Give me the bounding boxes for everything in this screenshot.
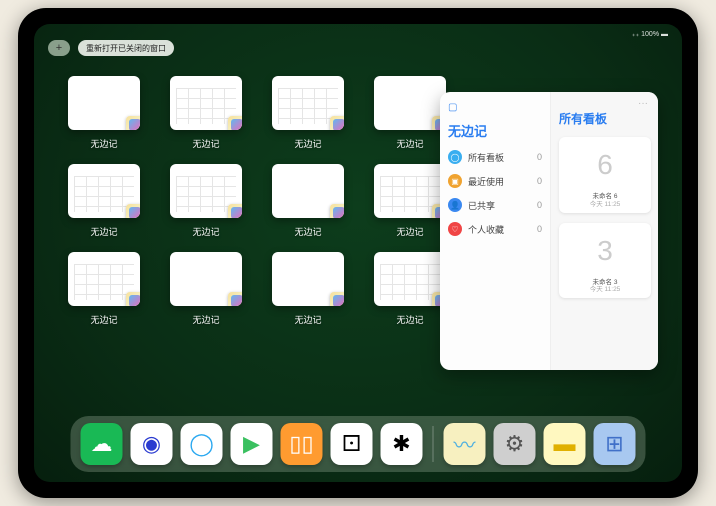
freeform-app-icon — [228, 292, 242, 306]
thumb-preview — [170, 164, 242, 218]
panel-right-title: 所有看板 — [559, 110, 650, 127]
notes-icon[interactable]: ▬ — [544, 423, 586, 465]
thumb-label: 无边记 — [396, 225, 423, 238]
freeform-app-icon — [126, 116, 140, 130]
wechat-icon[interactable]: ☁ — [81, 423, 123, 465]
thumb-preview — [374, 164, 446, 218]
thumb-preview — [272, 164, 344, 218]
board-meta: 未命名 3今天 11:25 — [590, 279, 621, 295]
dice-icon[interactable]: ⚀ — [331, 423, 373, 465]
item-count: 0 — [537, 152, 542, 162]
board-preview: 6 — [559, 137, 651, 193]
thumb-label: 无边记 — [192, 313, 219, 326]
reopen-closed-window-button[interactable]: 重新打开已关闭的窗口 — [78, 40, 174, 56]
window-thumb[interactable]: 无边记 — [68, 252, 140, 326]
dock: ☁◉◯▶▯▯⚀✱ 〰⚙▬⊞ — [71, 416, 646, 472]
freeform-app-icon — [330, 292, 344, 306]
thumb-label: 无边记 — [396, 137, 423, 150]
window-thumb[interactable]: 无边记 — [170, 164, 242, 238]
window-thumb[interactable]: 无边记 — [272, 252, 344, 326]
panel-sidebar-title: 无边记 — [448, 121, 542, 140]
window-thumb[interactable]: 无边记 — [374, 252, 446, 326]
screen: ₊₊ 100% ▬ + 重新打开已关闭的窗口 无边记无边记无边记无边记无边记无边… — [34, 24, 682, 482]
thumb-preview — [170, 76, 242, 130]
item-count: 0 — [537, 176, 542, 186]
thumb-preview — [68, 164, 140, 218]
graph-icon[interactable]: ✱ — [381, 423, 423, 465]
thumb-label: 无边记 — [90, 137, 117, 150]
window-thumb[interactable]: 无边记 — [374, 76, 446, 150]
sidebar-item[interactable]: 👤 已共享 0 — [448, 198, 542, 212]
board-meta: 未命名 6今天 11:25 — [590, 193, 621, 209]
item-count: 0 — [537, 200, 542, 210]
more-icon[interactable]: ··· — [638, 98, 648, 109]
thumb-label: 无边记 — [90, 313, 117, 326]
category-icon: ♡ — [448, 222, 462, 236]
category-icon: ▣ — [448, 174, 462, 188]
thumb-preview — [272, 252, 344, 306]
window-thumb[interactable]: 无边记 — [272, 164, 344, 238]
sidebar-item[interactable]: ◯ 所有看板 0 — [448, 150, 542, 164]
freeform-icon[interactable]: 〰 — [444, 423, 486, 465]
freeform-app-icon — [228, 204, 242, 218]
window-thumb[interactable]: 无边记 — [374, 164, 446, 238]
thumb-preview — [374, 76, 446, 130]
thumb-label: 无边记 — [192, 225, 219, 238]
freeform-app-icon — [126, 204, 140, 218]
freeform-app-icon — [126, 292, 140, 306]
ipad-frame: ₊₊ 100% ▬ + 重新打开已关闭的窗口 无边记无边记无边记无边记无边记无边… — [18, 8, 698, 498]
thumb-preview — [68, 252, 140, 306]
window-thumb[interactable]: 无边记 — [68, 164, 140, 238]
status-bar: ₊₊ 100% ▬ — [632, 30, 668, 38]
thumb-preview — [272, 76, 344, 130]
thumb-label: 无边记 — [90, 225, 117, 238]
settings-icon[interactable]: ⚙ — [494, 423, 536, 465]
item-count: 0 — [537, 224, 542, 234]
category-icon: ◯ — [448, 150, 462, 164]
thumb-label: 无边记 — [192, 137, 219, 150]
sidebar-item-label: 已共享 — [468, 199, 495, 212]
apps-icon[interactable]: ⊞ — [594, 423, 636, 465]
panel-icon: ▢ — [448, 102, 457, 113]
window-thumb[interactable]: 无边记 — [170, 76, 242, 150]
sidebar-item-label: 个人收藏 — [468, 223, 504, 236]
dock-separator — [433, 426, 434, 462]
sidebar-item-label: 最近使用 — [468, 175, 504, 188]
thumb-preview — [68, 76, 140, 130]
window-thumb[interactable]: 无边记 — [170, 252, 242, 326]
thumb-label: 无边记 — [294, 313, 321, 326]
thumb-label: 无边记 — [396, 313, 423, 326]
sidebar-item[interactable]: ▣ 最近使用 0 — [448, 174, 542, 188]
qqbrowser-icon[interactable]: ◯ — [181, 423, 223, 465]
board-card[interactable]: 3未命名 3今天 11:25 — [559, 223, 651, 299]
sidebar-panel: ▢ 无边记 ◯ 所有看板 0 ▣ 最近使用 0 👤 已共享 0 ♡ 个人收藏 0 ··· 所有看板 6… — [440, 92, 658, 370]
freeform-app-icon — [330, 204, 344, 218]
sidebar-item[interactable]: ♡ 个人收藏 0 — [448, 222, 542, 236]
window-thumb[interactable]: 无边记 — [272, 76, 344, 150]
new-window-button[interactable]: + — [48, 40, 70, 56]
category-icon: 👤 — [448, 198, 462, 212]
thumb-label: 无边记 — [294, 225, 321, 238]
thumb-preview — [170, 252, 242, 306]
board-card[interactable]: 6未命名 6今天 11:25 — [559, 137, 651, 213]
freeform-app-icon — [330, 116, 344, 130]
board-preview: 3 — [559, 223, 651, 279]
play-icon[interactable]: ▶ — [231, 423, 273, 465]
thumb-label: 无边记 — [294, 137, 321, 150]
freeform-app-icon — [228, 116, 242, 130]
thumb-preview — [374, 252, 446, 306]
top-toolbar: + 重新打开已关闭的窗口 — [48, 40, 174, 56]
books-icon[interactable]: ▯▯ — [281, 423, 323, 465]
panel-boards: ··· 所有看板 6未命名 6今天 11:25 3未命名 3今天 11:25 — [550, 92, 658, 370]
sidebar-item-label: 所有看板 — [468, 151, 504, 164]
window-thumb[interactable]: 无边记 — [68, 76, 140, 150]
browser-icon[interactable]: ◉ — [131, 423, 173, 465]
panel-sidebar: ▢ 无边记 ◯ 所有看板 0 ▣ 最近使用 0 👤 已共享 0 ♡ 个人收藏 0 — [440, 92, 550, 370]
window-grid: 无边记无边记无边记无边记无边记无边记无边记无边记无边记无边记无边记无边记 — [68, 76, 468, 326]
